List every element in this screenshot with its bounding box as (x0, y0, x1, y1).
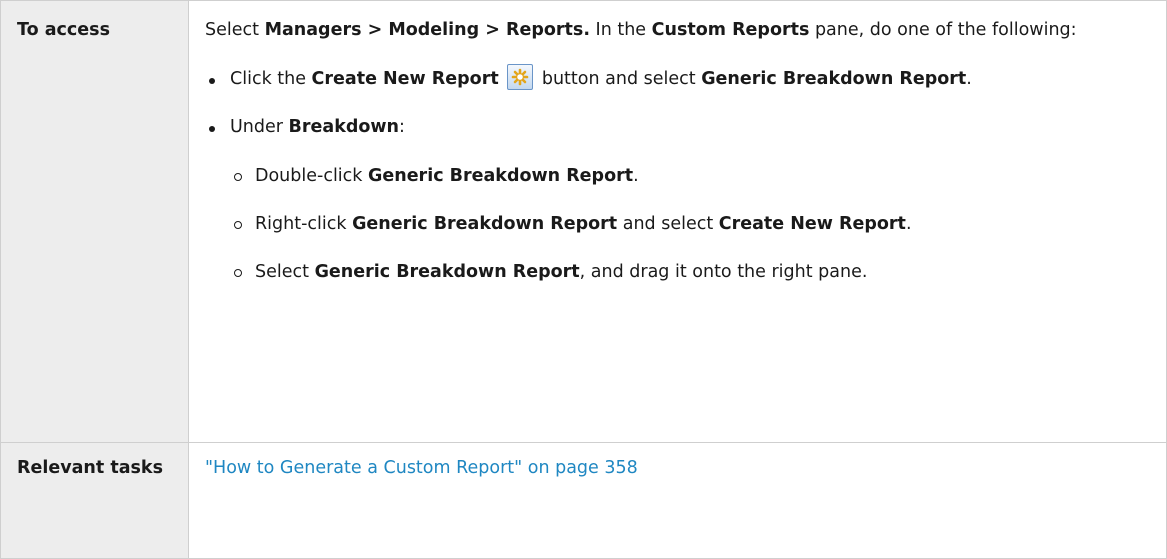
bullet1-text-2: button and select (536, 69, 702, 89)
intro-pane-name: Custom Reports (651, 20, 810, 40)
intro-menu-path: Managers > Modeling > Reports. (264, 20, 590, 40)
sub2-text-2: and select (617, 214, 719, 234)
sub2-text-1: Right-click (255, 214, 353, 234)
bullet1-text-1: Click the (230, 69, 312, 89)
list-item: Select Generic Breakdown Report, and dra… (230, 257, 1152, 287)
tasks-content: "How to Generate a Custom Report" on pag… (188, 442, 1167, 559)
list-item: Under Breakdown: Double-click Generic Br… (205, 112, 1152, 287)
sub3-text-2: , and drag it onto the right pane. (579, 262, 868, 282)
intro-text-2: In the (589, 20, 652, 40)
list-item: Right-click Generic Breakdown Report and… (230, 209, 1152, 239)
list-item: Click the Create New Report button and s… (205, 64, 1152, 94)
access-row: To access Select Managers > Modeling > R… (0, 0, 1167, 443)
intro-text-1: Select (205, 20, 265, 40)
list-item: Double-click Generic Breakdown Report. (230, 161, 1152, 191)
bullet1-button-name: Create New Report (311, 69, 499, 89)
sub3-report-name: Generic Breakdown Report (314, 262, 580, 282)
info-table: To access Select Managers > Modeling > R… (0, 0, 1167, 559)
sub1-text-2: . (633, 166, 639, 186)
access-intro: Select Managers > Modeling > Reports. In… (205, 15, 1152, 45)
sub2-report-name: Generic Breakdown Report (352, 214, 618, 234)
bullet2-node-name: Breakdown (288, 117, 400, 137)
sub2-text-3: . (905, 214, 912, 234)
access-content: Select Managers > Modeling > Reports. In… (188, 0, 1167, 443)
intro-text-3: pane, do one of the following: (809, 20, 1077, 40)
bullet1-text-3: . (966, 69, 972, 89)
create-new-report-icon (507, 64, 534, 90)
bullet2-text-2: : (399, 117, 405, 137)
sub3-text-1: Select (255, 262, 315, 282)
breakdown-options-list: Double-click Generic Breakdown Report. R… (230, 161, 1152, 287)
tasks-label: Relevant tasks (0, 442, 189, 559)
sub1-report-name: Generic Breakdown Report (368, 166, 634, 186)
bullet1-report-name: Generic Breakdown Report (701, 69, 967, 89)
bullet2-text-1: Under (230, 117, 289, 137)
sub2-command-name: Create New Report (718, 214, 906, 234)
access-label: To access (0, 0, 189, 443)
tasks-row: Relevant tasks "How to Generate a Custom… (0, 442, 1167, 559)
custom-report-task-link[interactable]: "How to Generate a Custom Report" on pag… (205, 458, 638, 478)
sub1-text-1: Double-click (255, 166, 368, 186)
access-options-list: Click the Create New Report button and s… (205, 64, 1152, 287)
